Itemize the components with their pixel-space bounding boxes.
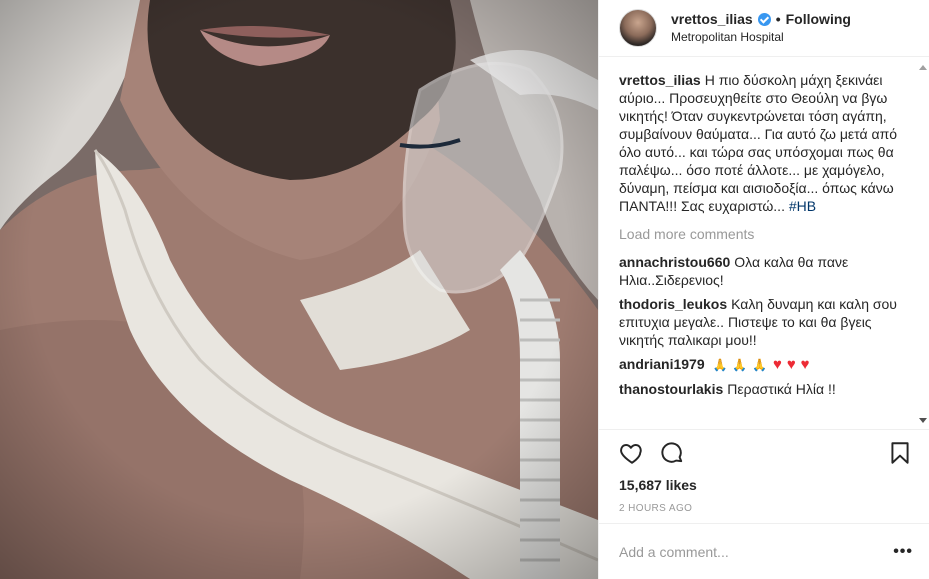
caption-username[interactable]: vrettos_ilias <box>619 72 701 88</box>
comment: thanostourlakis Περαστικά Ηλία !! <box>619 380 911 398</box>
comment-username[interactable]: thanostourlakis <box>619 381 723 397</box>
comment-text: Περαστικά Ηλία !! <box>727 381 836 397</box>
comment-bubble-icon[interactable] <box>659 440 685 466</box>
verified-badge-icon <box>757 12 771 26</box>
action-bar <box>599 429 929 475</box>
heart-outline-icon[interactable] <box>619 440 645 466</box>
comment-username[interactable]: andriani1979 <box>619 356 705 372</box>
pray-emoji-icon: 🙏 <box>712 358 728 372</box>
heart-emoji-icon: ♥ <box>800 356 810 373</box>
caption-hashtag[interactable]: #HB <box>789 198 816 214</box>
heart-emoji-icon: ♥ <box>773 356 782 373</box>
pray-emoji-icon: 🙏 <box>732 358 748 372</box>
caption: vrettos_ilias Η πιο δύσκολη μάχη ξεκινάει… <box>619 71 911 215</box>
add-comment-input[interactable] <box>619 543 894 560</box>
comment: thodoris_leukos Καλη δυναμη και καλη σου … <box>619 295 911 349</box>
header-separator: • <box>775 11 781 27</box>
following-button[interactable]: Following <box>786 10 851 28</box>
comment: andriani1979 🙏 🙏 🙏 ♥ ♥ ♥ <box>619 355 911 374</box>
comments-list[interactable]: vrettos_ilias Η πιο δύσκολη μάχη ξεκινάει… <box>599 57 929 429</box>
post-sidebar: vrettos_ilias • Following Metropolitan H… <box>598 0 929 579</box>
pray-emoji-icon: 🙏 <box>752 358 768 372</box>
location-link[interactable]: Metropolitan Hospital <box>671 28 851 46</box>
post-header: vrettos_ilias • Following Metropolitan H… <box>599 0 929 57</box>
header-text: vrettos_ilias • Following Metropolitan H… <box>671 10 851 46</box>
instagram-post: vrettos_ilias • Following Metropolitan H… <box>0 0 929 579</box>
scroll-up-arrow-icon[interactable] <box>919 65 927 70</box>
bookmark-icon[interactable] <box>887 440 913 466</box>
comment-username[interactable]: thodoris_leukos <box>619 296 727 312</box>
caption-text: Η πιο δύσκολη μάχη ξεκινάει αύριο... Προ… <box>619 72 898 214</box>
likes-count[interactable]: 15,687 likes <box>599 475 929 495</box>
avatar[interactable] <box>619 9 657 47</box>
post-timestamp[interactable]: 2 HOURS AGO <box>599 495 929 523</box>
author-username[interactable]: vrettos_ilias <box>671 10 753 28</box>
add-comment-bar: ••• <box>599 523 929 579</box>
heart-emoji-icon: ♥ <box>786 356 796 373</box>
scroll-down-arrow-icon[interactable] <box>919 418 927 423</box>
comment: annachristou660 Ολα καλα θα πανε Ηλια..Σι… <box>619 253 911 289</box>
header-row: vrettos_ilias • Following <box>671 10 851 28</box>
load-more-comments-button[interactable]: Load more comments <box>619 225 911 243</box>
more-options-icon[interactable]: ••• <box>893 543 913 559</box>
comment-username[interactable]: annachristou660 <box>619 254 730 270</box>
photo-illustration <box>0 0 598 579</box>
post-photo[interactable] <box>0 0 598 579</box>
